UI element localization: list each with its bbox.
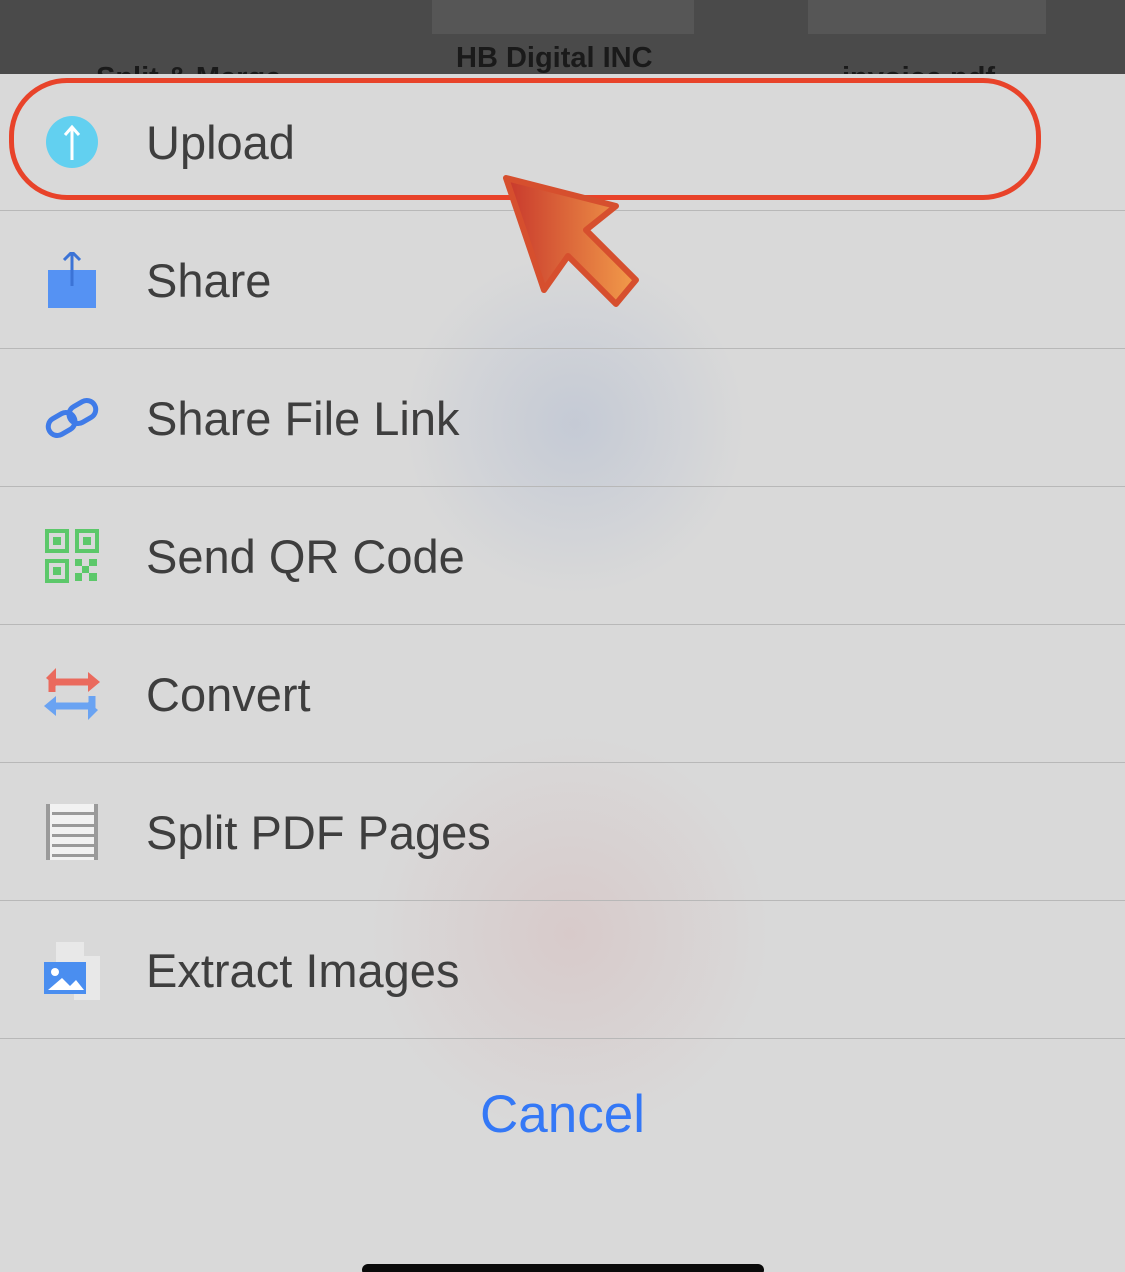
menu-item-label: Share File Link (146, 392, 460, 445)
menu-item-share[interactable]: Share (0, 212, 1125, 349)
split-pages-icon (44, 804, 100, 860)
image-icon (44, 942, 100, 1000)
menu-item-label: Split PDF Pages (146, 806, 491, 859)
background-file-label: invoice.pdf (842, 62, 995, 74)
menu-item-label: Convert (146, 668, 311, 721)
menu-item-label: Extract Images (146, 944, 460, 997)
cancel-button[interactable]: Cancel (0, 1084, 1125, 1145)
menu-item-split-pdf-pages[interactable]: Split PDF Pages (0, 764, 1125, 901)
share-icon (44, 249, 100, 308)
background-file-label: HB Digital INC (456, 42, 653, 74)
file-thumbnail (432, 0, 694, 34)
menu-item-label: Send QR Code (146, 530, 465, 583)
menu-item-share-file-link[interactable]: Share File Link (0, 350, 1125, 487)
convert-icon (44, 666, 100, 722)
file-thumbnail (808, 0, 1046, 34)
home-indicator (362, 1264, 764, 1272)
menu-item-send-qr-code[interactable]: Send QR Code (0, 488, 1125, 625)
background-file-label: Split & Merge (96, 62, 281, 74)
upload-icon (44, 114, 100, 170)
action-sheet: Upload Share Share File Link Send QR Cod… (0, 74, 1125, 1272)
menu-item-label: Upload (146, 116, 295, 169)
menu-item-convert[interactable]: Convert (0, 626, 1125, 763)
menu-item-label: Share (146, 254, 272, 307)
link-icon (44, 390, 100, 446)
background-file-strip: Split & Merge HB Digital INC invoice.pdf (0, 0, 1125, 74)
menu-item-upload[interactable]: Upload (0, 74, 1125, 211)
menu-item-extract-images[interactable]: Extract Images (0, 902, 1125, 1039)
qr-code-icon (44, 528, 100, 584)
